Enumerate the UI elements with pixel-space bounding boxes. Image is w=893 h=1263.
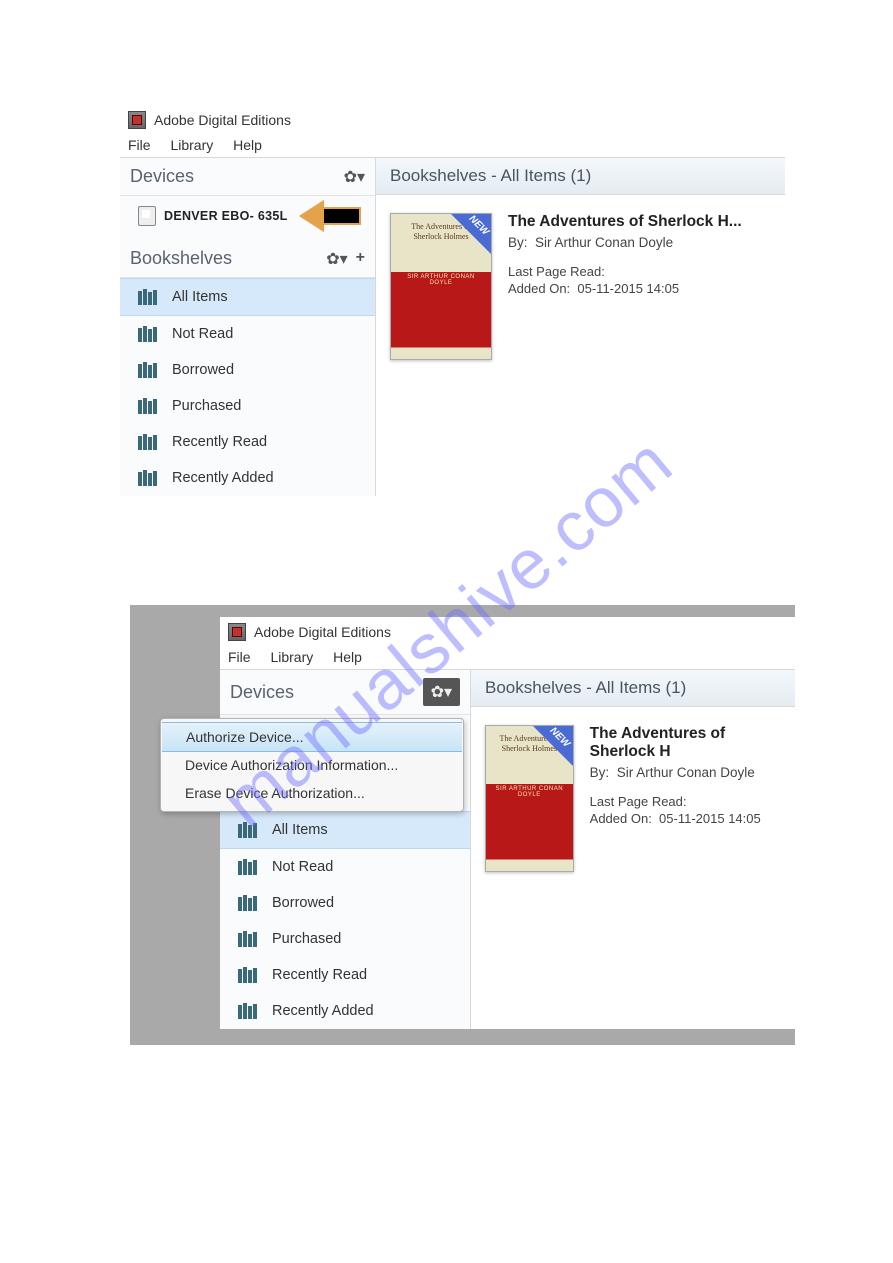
devices-header-label: Devices xyxy=(230,682,294,703)
devices-header: Devices ✿▾ xyxy=(220,670,470,715)
devices-context-menu: Authorize Device... Device Authorization… xyxy=(160,718,464,812)
gear-icon[interactable]: ✿▾ xyxy=(423,678,460,706)
books-icon xyxy=(238,822,258,838)
book-cover[interactable]: The Adventures of Sherlock Holmes SIR AR… xyxy=(485,725,574,872)
device-icon xyxy=(138,206,156,226)
screenshot-1: Adobe Digital Editions File Library Help… xyxy=(120,105,785,496)
plus-icon[interactable]: + xyxy=(356,249,365,269)
app-icon xyxy=(128,111,146,129)
menu-file[interactable]: File xyxy=(228,649,251,665)
shelf-item-label: Borrowed xyxy=(272,895,334,911)
window-2: Adobe Digital Editions File Library Help… xyxy=(220,617,795,1029)
bookshelves-header: Bookshelves ✿▾ + xyxy=(120,240,375,278)
arrow-annotation xyxy=(301,202,361,230)
shelf-item-notread[interactable]: Not Read xyxy=(120,316,375,352)
shelf-item-label: Recently Read xyxy=(172,434,267,450)
app-icon xyxy=(228,623,246,641)
books-icon xyxy=(138,470,158,486)
screenshot-2: Adobe Digital Editions File Library Help… xyxy=(130,605,795,1045)
shelf-item-all[interactable]: All Items xyxy=(120,278,375,316)
window-titlebar: Adobe Digital Editions xyxy=(120,105,785,133)
books-icon xyxy=(238,1003,258,1019)
main-header: Bookshelves - All Items (1) xyxy=(471,670,795,707)
gear-icon[interactable]: ✿▾ xyxy=(326,249,347,269)
last-page-read: Last Page Read: xyxy=(508,264,742,279)
added-on: Added On: 05-11-2015 14:05 xyxy=(590,811,781,826)
menu-library[interactable]: Library xyxy=(270,649,313,665)
book-title: The Adventures of Sherlock H xyxy=(590,725,781,761)
cover-author-text: SIR ARTHUR CONAN DOYLE xyxy=(490,786,569,798)
shelf-item-label: Purchased xyxy=(272,931,341,947)
device-item[interactable]: DENVER EBO- 635L xyxy=(120,196,375,240)
books-icon xyxy=(138,398,158,414)
main-panel: Bookshelves - All Items (1) The Adventur… xyxy=(471,670,795,1029)
shelf-item-purchased[interactable]: Purchased xyxy=(220,921,470,957)
menu-bar: File Library Help xyxy=(120,133,785,158)
books-icon xyxy=(238,895,258,911)
menu-library[interactable]: Library xyxy=(170,137,213,153)
shelf-item-label: Recently Added xyxy=(172,470,274,486)
gear-icon[interactable]: ✿▾ xyxy=(344,167,365,187)
book-cover[interactable]: The Adventures of Sherlock Holmes SIR AR… xyxy=(390,213,492,360)
shelf-item-label: All Items xyxy=(172,289,228,305)
shelf-item-recentlyadded[interactable]: Recently Added xyxy=(120,460,375,496)
book-title: The Adventures of Sherlock H... xyxy=(508,213,742,231)
shelf-list: All Items Not Read Borrowed Purchased xyxy=(220,811,470,1029)
shelf-item-label: Not Read xyxy=(272,859,333,875)
shelf-item-borrowed[interactable]: Borrowed xyxy=(120,352,375,388)
shelf-item-label: All Items xyxy=(272,822,328,838)
book-row[interactable]: The Adventures of Sherlock Holmes SIR AR… xyxy=(376,195,785,378)
menu-device-auth-info[interactable]: Device Authorization Information... xyxy=(161,751,463,779)
books-icon xyxy=(138,289,158,305)
books-icon xyxy=(138,362,158,378)
devices-header: Devices ✿▾ xyxy=(120,158,375,196)
main-header: Bookshelves - All Items (1) xyxy=(376,158,785,195)
books-icon xyxy=(238,967,258,983)
shelf-item-all[interactable]: All Items xyxy=(220,811,470,849)
sidebar: Devices ✿▾ DENVER EBO- 635L Bookshelves … xyxy=(120,158,376,496)
menu-bar: File Library Help xyxy=(220,645,795,670)
menu-help[interactable]: Help xyxy=(333,649,362,665)
device-name: DENVER EBO- 635L xyxy=(164,209,288,223)
devices-header-label: Devices xyxy=(130,166,194,187)
app-title: Adobe Digital Editions xyxy=(154,112,291,128)
shelf-item-label: Not Read xyxy=(172,326,233,342)
books-icon xyxy=(138,326,158,342)
books-icon xyxy=(138,434,158,450)
shelf-item-notread[interactable]: Not Read xyxy=(220,849,470,885)
shelf-item-purchased[interactable]: Purchased xyxy=(120,388,375,424)
shelf-item-label: Borrowed xyxy=(172,362,234,378)
cover-author-text: SIR ARTHUR CONAN DOYLE xyxy=(395,274,487,286)
shelf-list: All Items Not Read Borrowed Purchased Re… xyxy=(120,278,375,496)
book-author: By: Sir Arthur Conan Doyle xyxy=(590,765,781,780)
shelf-item-label: Recently Added xyxy=(272,1003,374,1019)
books-icon xyxy=(238,931,258,947)
menu-erase-device-auth[interactable]: Erase Device Authorization... xyxy=(161,779,463,807)
book-author: By: Sir Arthur Conan Doyle xyxy=(508,235,742,250)
window-titlebar: Adobe Digital Editions xyxy=(220,617,795,645)
sidebar: Devices ✿▾ Authorize Device... Device Au… xyxy=(220,670,471,1029)
app-title: Adobe Digital Editions xyxy=(254,624,391,640)
bookshelves-header-label: Bookshelves xyxy=(130,248,232,269)
menu-file[interactable]: File xyxy=(128,137,151,153)
book-meta: The Adventures of Sherlock H By: Sir Art… xyxy=(590,725,781,872)
last-page-read: Last Page Read: xyxy=(590,794,781,809)
shelf-item-borrowed[interactable]: Borrowed xyxy=(220,885,470,921)
menu-authorize-device[interactable]: Authorize Device... xyxy=(162,722,462,752)
menu-help[interactable]: Help xyxy=(233,137,262,153)
shelf-item-recentlyread[interactable]: Recently Read xyxy=(120,424,375,460)
shelf-item-recentlyread[interactable]: Recently Read xyxy=(220,957,470,993)
main-panel: Bookshelves - All Items (1) The Adventur… xyxy=(376,158,785,496)
books-icon xyxy=(238,859,258,875)
book-meta: The Adventures of Sherlock H... By: Sir … xyxy=(508,213,742,360)
shelf-item-label: Purchased xyxy=(172,398,241,414)
book-row[interactable]: The Adventures of Sherlock Holmes SIR AR… xyxy=(471,707,795,890)
added-on: Added On: 05-11-2015 14:05 xyxy=(508,281,742,296)
shelf-item-label: Recently Read xyxy=(272,967,367,983)
shelf-item-recentlyadded[interactable]: Recently Added xyxy=(220,993,470,1029)
